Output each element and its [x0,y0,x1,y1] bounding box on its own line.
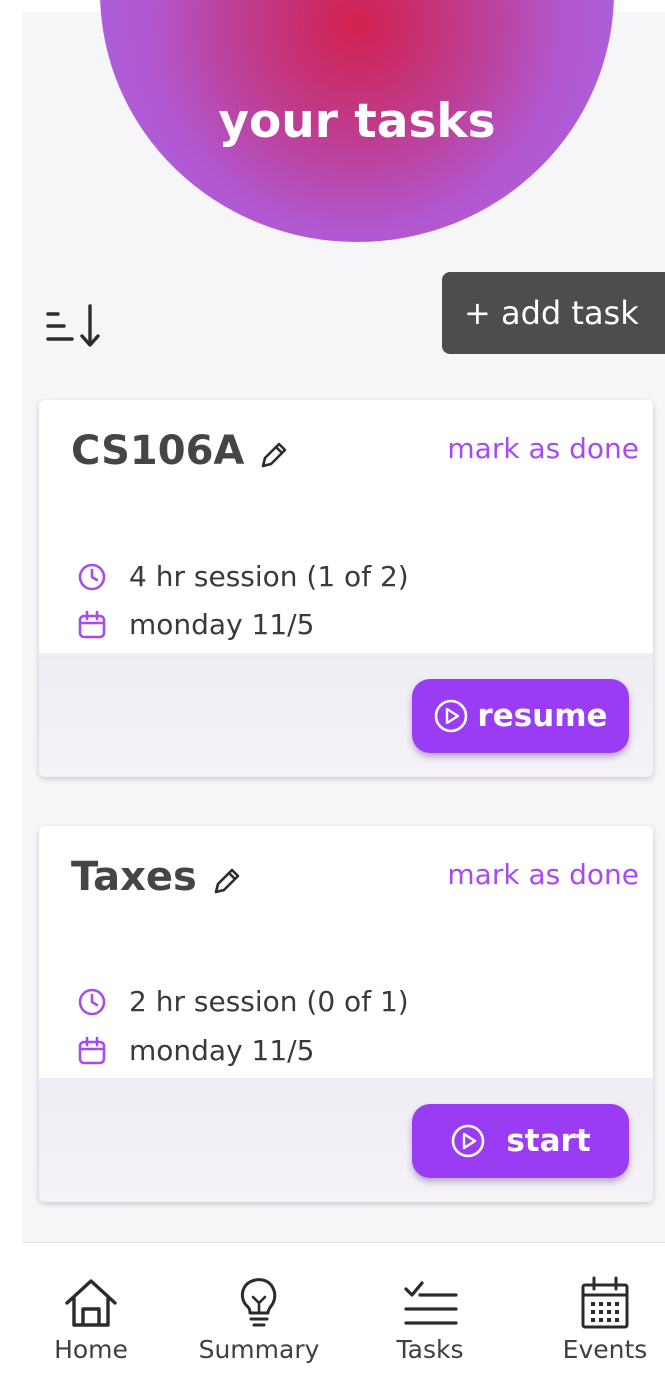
date-info: monday 11/5 [77,608,314,641]
header-banner: your tasks [100,0,614,242]
task-title: Taxes [71,854,197,900]
nav-item-home[interactable]: Home [16,1243,166,1381]
play-icon [433,698,469,734]
nav-label-summary: Summary [198,1335,320,1364]
task-card: CS106A mark as done 4 hr session (1 of 2… [39,400,653,777]
clock-icon [77,987,107,1017]
pencil-icon [214,868,240,894]
mark-as-done-link[interactable]: mark as done [447,858,639,891]
task-card: Taxes mark as done 2 hr session (0 of 1) [39,826,653,1202]
play-icon [450,1123,486,1159]
task-title: CS106A [71,428,245,474]
app-screen: your tasks + add task CS106A mark as don… [22,0,665,1381]
start-button[interactable]: start [412,1104,629,1178]
session-text: 2 hr session (0 of 1) [129,985,409,1018]
session-info: 4 hr session (1 of 2) [77,560,409,593]
nav-item-events[interactable]: Events [530,1243,665,1381]
edit-task-button[interactable] [211,861,243,894]
date-text: monday 11/5 [129,608,315,641]
clock-icon [77,562,107,592]
calendar-icon [77,1036,107,1066]
bottom-nav: Home Summary Tasks Events [22,1243,665,1381]
sort-descending-icon [46,304,100,347]
start-label: start [506,1123,591,1159]
nav-item-tasks[interactable]: Tasks [355,1243,505,1381]
task-title-row: Taxes [71,854,243,900]
home-icon [65,1279,117,1327]
sort-button[interactable] [44,302,108,362]
session-text: 4 hr session (1 of 2) [129,560,409,593]
date-text: monday 11/5 [129,1034,315,1067]
pencil-icon [262,442,287,468]
date-info: monday 11/5 [77,1034,314,1067]
nav-label-events: Events [562,1335,648,1364]
nav-label-tasks: Tasks [396,1335,464,1364]
checklist-icon [404,1281,458,1325]
session-info: 2 hr session (0 of 1) [77,985,409,1018]
nav-item-summary[interactable]: Summary [184,1243,334,1381]
resume-button[interactable]: resume [412,679,629,753]
task-title-row: CS106A [71,428,290,474]
resume-label: resume [477,698,608,734]
mark-as-done-link[interactable]: mark as done [447,432,639,465]
calendar-icon [581,1276,629,1329]
add-task-button[interactable]: + add task [442,272,665,354]
edit-task-button[interactable] [258,435,290,468]
nav-label-home: Home [54,1335,128,1364]
calendar-icon [77,610,107,640]
page-title: your tasks [218,94,496,149]
lightbulb-icon [240,1278,277,1327]
